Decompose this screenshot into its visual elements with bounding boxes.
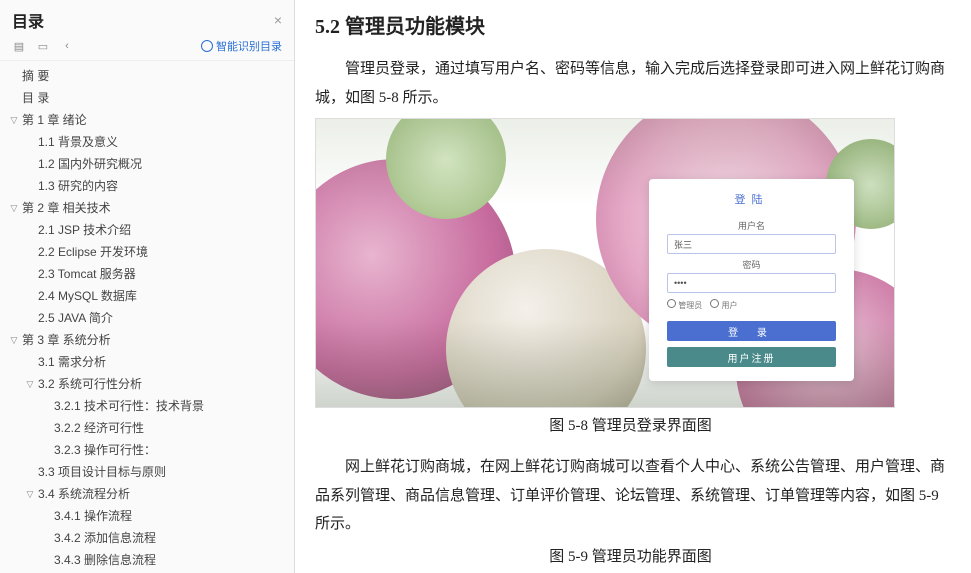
password-label: 密码	[667, 258, 836, 271]
toc-item[interactable]: 3.4.3 删除信息流程	[0, 549, 294, 571]
radio-admin[interactable]: 管理员	[667, 299, 702, 311]
toc-label: 第 1 章 绪论	[22, 111, 87, 129]
toc-item[interactable]: 2.1 JSP 技术介绍	[0, 219, 294, 241]
expand-all-icon[interactable]: ▤	[12, 39, 26, 53]
toc-label: 3.2.2 经济可行性	[54, 419, 144, 437]
sidebar-header: 目录 ×	[0, 0, 294, 36]
toc-item[interactable]: 3.3 项目设计目标与原则	[0, 461, 294, 483]
toc-item[interactable]: 2.3 Tomcat 服务器	[0, 263, 294, 285]
toc-item[interactable]: 3.2.2 经济可行性	[0, 417, 294, 439]
toggle-icon[interactable]: ▽	[8, 331, 20, 349]
toc-list[interactable]: 摘 要目 录▽第 1 章 绪论1.1 背景及意义1.2 国内外研究概况1.3 研…	[0, 61, 294, 573]
toc-label: 3.4 系统流程分析	[38, 485, 130, 503]
toc-label: 3.2.1 技术可行性：技术背景	[54, 397, 204, 415]
toolbar-icons: ▤ ▭ ‹	[12, 39, 74, 53]
toc-item[interactable]: 1.2 国内外研究概况	[0, 153, 294, 175]
radio-user[interactable]: 用户	[710, 299, 737, 311]
login-title: 登陆	[667, 189, 836, 215]
toc-item[interactable]: ▽第 1 章 绪论	[0, 109, 294, 131]
document-content: 5.2 管理员功能模块 管理员登录，通过填写用户名、密码等信息，输入完成后选择登…	[295, 0, 971, 573]
login-screenshot: 登陆 用户名 密码 管理员 用户 登 录 用户注册	[315, 118, 895, 408]
toc-item[interactable]: 3.2.1 技术可行性：技术背景	[0, 395, 294, 417]
toc-item[interactable]: 2.5 JAVA 简介	[0, 307, 294, 329]
toc-label: 3.2 系统可行性分析	[38, 375, 142, 393]
toc-label: 摘 要	[22, 67, 49, 85]
chevron-left-icon[interactable]: ‹	[60, 39, 74, 53]
toc-item[interactable]: ▽第 2 章 相关技术	[0, 197, 294, 219]
toc-item[interactable]: ▽第 3 章 系统分析	[0, 329, 294, 351]
paragraph: 管理员登录，通过填写用户名、密码等信息，输入完成后选择登录即可进入网上鲜花订购商…	[315, 55, 946, 112]
login-panel: 登陆 用户名 密码 管理员 用户 登 录 用户注册	[649, 179, 854, 381]
toc-label: 2.2 Eclipse 开发环境	[38, 243, 148, 261]
section-heading: 5.2 管理员功能模块	[315, 10, 946, 39]
toc-label: 1.1 背景及意义	[38, 133, 118, 151]
toc-label: 1.3 研究的内容	[38, 177, 118, 195]
collapse-all-icon[interactable]: ▭	[36, 39, 50, 53]
paragraph: 网上鲜花订购商城，在网上鲜花订购商城可以查看个人中心、系统公告管理、用户管理、商…	[315, 453, 946, 539]
toc-label: 3.3 项目设计目标与原则	[38, 463, 166, 481]
toc-item[interactable]: 3.1 需求分析	[0, 351, 294, 373]
toc-label: 目 录	[22, 89, 49, 107]
toc-label: 3.1 需求分析	[38, 353, 106, 371]
smart-recognize-link[interactable]: 智能识别目录	[201, 38, 282, 54]
toc-label: 1.2 国内外研究概况	[38, 155, 142, 173]
toc-label: 2.1 JSP 技术介绍	[38, 221, 131, 239]
toc-item[interactable]: 目 录	[0, 87, 294, 109]
toc-label: 2.4 MySQL 数据库	[38, 287, 137, 305]
toc-item[interactable]: ▽3.4 系统流程分析	[0, 483, 294, 505]
figure-caption-5-8: 图 5-8 管理员登录界面图	[315, 414, 946, 435]
toc-label: 3.2.3 操作可行性：	[54, 441, 156, 459]
toggle-icon[interactable]: ▽	[8, 111, 20, 129]
sidebar-title: 目录	[12, 8, 44, 32]
close-icon[interactable]: ×	[274, 12, 282, 28]
password-input[interactable]	[667, 273, 836, 293]
toc-item[interactable]: 1.3 研究的内容	[0, 175, 294, 197]
register-button[interactable]: 用户注册	[667, 347, 836, 367]
toc-item[interactable]: 2.4 MySQL 数据库	[0, 285, 294, 307]
toc-label: 第 3 章 系统分析	[22, 331, 111, 349]
login-button[interactable]: 登 录	[667, 321, 836, 341]
role-radios: 管理员 用户	[667, 299, 836, 311]
toc-label: 2.5 JAVA 简介	[38, 309, 113, 327]
toc-item[interactable]: 3.4.1 操作流程	[0, 505, 294, 527]
toc-item[interactable]: 1.1 背景及意义	[0, 131, 294, 153]
toc-item[interactable]: 3.2.3 操作可行性：	[0, 439, 294, 461]
toc-sidebar: 目录 × ▤ ▭ ‹ 智能识别目录 摘 要目 录▽第 1 章 绪论1.1 背景及…	[0, 0, 295, 573]
toc-label: 3.4.3 删除信息流程	[54, 551, 156, 569]
toggle-icon[interactable]: ▽	[8, 199, 20, 217]
toc-label: 2.3 Tomcat 服务器	[38, 265, 136, 283]
figure-caption-5-9: 图 5-9 管理员功能界面图	[315, 545, 946, 566]
toc-item[interactable]: 3.4.2 添加信息流程	[0, 527, 294, 549]
toc-label: 3.4.1 操作流程	[54, 507, 132, 525]
toc-item[interactable]: 摘 要	[0, 65, 294, 87]
toc-item[interactable]: ▽3.2 系统可行性分析	[0, 373, 294, 395]
username-input[interactable]	[667, 234, 836, 254]
username-label: 用户名	[667, 219, 836, 232]
figure-5-8: 登陆 用户名 密码 管理员 用户 登 录 用户注册	[315, 118, 946, 408]
toc-label: 第 2 章 相关技术	[22, 199, 111, 217]
sidebar-toolbar: ▤ ▭ ‹ 智能识别目录	[0, 36, 294, 61]
toggle-icon[interactable]: ▽	[24, 375, 36, 393]
toc-label: 3.4.2 添加信息流程	[54, 529, 156, 547]
toc-item[interactable]: 2.2 Eclipse 开发环境	[0, 241, 294, 263]
toggle-icon[interactable]: ▽	[24, 485, 36, 503]
